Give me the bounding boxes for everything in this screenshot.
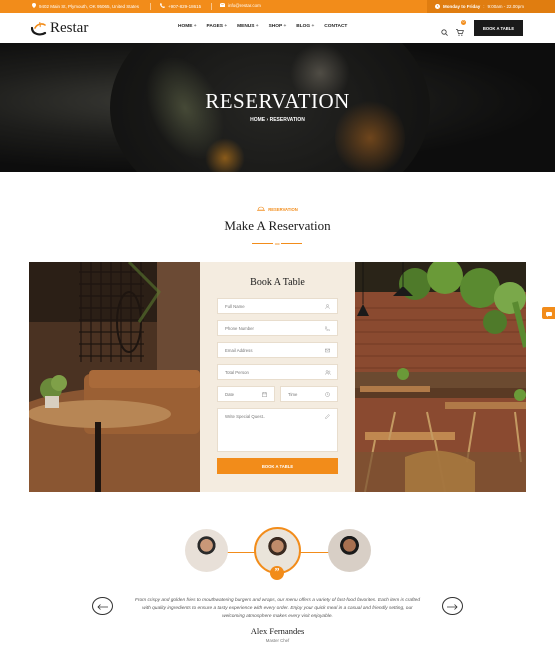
user-icon — [325, 303, 330, 309]
reservation-form: Book A Table Full Name Phone Number Emai… — [200, 262, 355, 492]
date-field[interactable]: Date — [217, 386, 275, 402]
special-request-placeholder: Write Special Quest.. — [225, 414, 266, 419]
side-floating-button[interactable] — [542, 307, 555, 319]
form-title: Book A Table — [250, 277, 305, 288]
cart-count-badge: 0 — [461, 20, 466, 25]
nav-pages[interactable]: PAGES — [207, 24, 228, 29]
testimonial-role: Master Chef — [265, 638, 290, 643]
cart-icon[interactable]: 0 — [456, 20, 466, 41]
address-item: 9402 Main St, Plymouth, OK 95065, United… — [32, 3, 139, 9]
location-pin-icon — [32, 3, 36, 9]
email-placeholder: Email Address — [225, 347, 253, 353]
calendar-icon — [262, 391, 267, 397]
email-item[interactable]: info@restar.com — [219, 2, 261, 8]
testimonial-quote: From crispy and golden fries to mouthwat… — [134, 598, 420, 619]
pencil-icon — [325, 414, 330, 419]
nav-contact[interactable]: CONTACT — [324, 24, 347, 29]
full-name-field[interactable]: Full Name — [217, 298, 338, 314]
search-icon[interactable] — [441, 23, 448, 41]
header-icons: 0 — [441, 20, 466, 41]
testimonial-next-button[interactable] — [442, 597, 463, 615]
mail-icon — [325, 348, 330, 353]
email-field[interactable]: Email Address — [217, 342, 338, 358]
logo[interactable]: Restar — [30, 20, 89, 37]
mail-icon — [219, 2, 226, 8]
address-text: 9402 Main St, Plymouth, OK 95065, United… — [39, 3, 140, 9]
phone-text[interactable]: +907-829-18615 — [168, 4, 201, 9]
section-title: Make A Reservation — [224, 218, 331, 233]
arrow-left-icon — [97, 597, 108, 615]
chat-icon — [545, 304, 552, 322]
arrow-right-icon — [447, 597, 458, 615]
full-name-placeholder: Full Name — [225, 303, 245, 309]
email-text[interactable]: info@restar.com — [228, 3, 261, 8]
breadcrumb: HOME › RESERVATION — [0, 117, 555, 123]
hero-banner: RESERVATION HOME › RESERVATION — [0, 43, 555, 172]
main-nav: HOME PAGES MENUS SHOP BLOG CONTACT — [178, 24, 347, 29]
phone-placeholder: Phone Number — [225, 325, 254, 331]
phone-field[interactable]: Phone Number — [217, 320, 338, 336]
nav-menus[interactable]: MENUS — [237, 24, 258, 29]
topbar-divider — [150, 3, 151, 10]
breadcrumb-current: RESERVATION — [269, 117, 305, 123]
clock-icon — [435, 3, 440, 10]
logo-text: Restar — [50, 20, 89, 36]
section-eyebrow: RESERVATION — [0, 206, 555, 212]
time-field[interactable]: Time — [280, 386, 338, 402]
logo-bowl-icon — [30, 21, 49, 36]
breadcrumb-home[interactable]: HOME — [250, 117, 265, 123]
testimonial-avatar-1[interactable] — [185, 529, 228, 572]
total-person-field[interactable]: Total Person — [217, 364, 338, 380]
top-bar: 9402 Main St, Plymouth, OK 95065, United… — [0, 0, 555, 13]
hours-sep: : — [483, 4, 485, 9]
testimonial-name: Alex Fernandes — [250, 626, 305, 636]
cloche-icon — [257, 206, 266, 212]
phone-icon — [324, 325, 331, 331]
quote-icon: ” — [270, 566, 284, 580]
page-title: RESERVATION — [205, 89, 350, 113]
opening-hours: Monday to Friday : 9:00am - 22.00pm — [427, 0, 555, 13]
topbar-divider — [211, 3, 212, 10]
time-placeholder: Time — [288, 391, 298, 397]
restaurant-interior-image-right — [355, 262, 526, 492]
main-header: Restar HOME PAGES MENUS SHOP BLOG CONTAC… — [0, 13, 555, 43]
users-icon — [325, 369, 331, 375]
nav-blog[interactable]: BLOG — [296, 24, 314, 29]
special-request-textarea[interactable]: Write Special Quest.. — [217, 408, 338, 452]
nav-home[interactable]: HOME — [178, 24, 197, 29]
section-eyebrow-text: RESERVATION — [268, 206, 298, 212]
hours-days: Monday to Friday — [443, 4, 481, 9]
testimonial-avatar-3[interactable] — [328, 529, 371, 572]
phone-icon — [160, 3, 165, 9]
hours-time: 9:00am - 22.00pm — [487, 4, 525, 9]
title-divider: ••••• — [252, 242, 303, 246]
clock-icon — [325, 391, 330, 397]
nav-shop[interactable]: SHOP — [269, 24, 287, 29]
testimonial-prev-button[interactable] — [92, 597, 113, 615]
phone-item[interactable]: +907-829-18615 — [160, 3, 201, 9]
date-placeholder: Date — [225, 391, 235, 397]
form-submit-button[interactable]: BOOK A TABLE — [217, 458, 338, 474]
total-person-placeholder: Total Person — [225, 369, 249, 375]
restaurant-interior-image-left — [29, 262, 200, 492]
book-table-button[interactable]: BOOK A TABLE — [474, 20, 523, 36]
